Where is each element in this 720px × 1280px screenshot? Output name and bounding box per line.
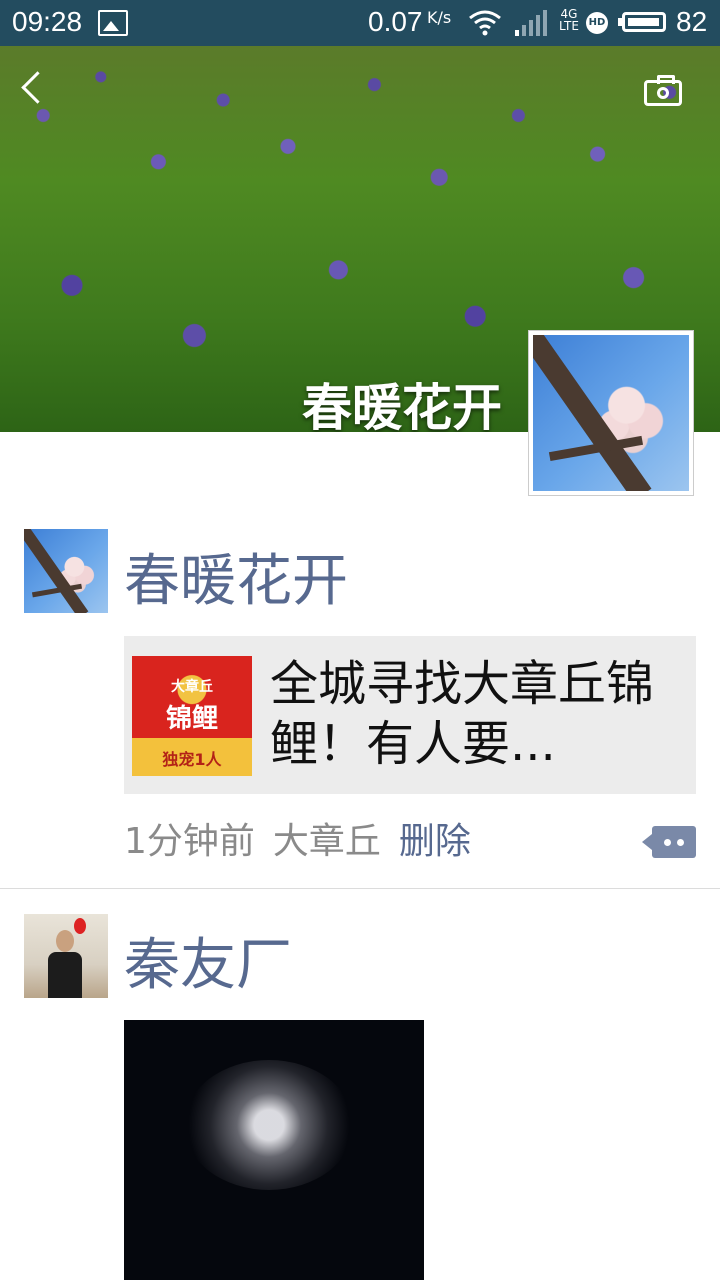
network-speed: 0.07 bbox=[368, 6, 423, 37]
battery-percent: 82 bbox=[676, 6, 708, 37]
camera-icon[interactable] bbox=[644, 75, 682, 106]
post-username[interactable]: 春暖花开 bbox=[124, 536, 348, 617]
signal-icon bbox=[515, 10, 547, 36]
comment-icon[interactable] bbox=[642, 826, 696, 858]
post-location[interactable]: 大章丘 bbox=[273, 821, 381, 862]
post-avatar[interactable] bbox=[24, 914, 108, 998]
post-meta: 1分钟前 大章丘 删除 bbox=[124, 812, 471, 864]
shared-link-title: 全城寻找大章丘锦鲤！有人要... bbox=[270, 656, 655, 772]
blossom-photo bbox=[533, 335, 689, 491]
blossom-photo bbox=[24, 529, 108, 613]
shared-link-thumbnail: 大章丘 锦鲤 独宠1人 bbox=[132, 656, 252, 776]
post-username[interactable]: 秦友厂 bbox=[124, 920, 292, 1001]
delete-link[interactable]: 删除 bbox=[399, 821, 471, 862]
cover-username: 春暖花开 bbox=[302, 379, 502, 432]
hd-voice-icon: HD bbox=[586, 12, 608, 34]
status-time: 09:28 bbox=[12, 6, 83, 37]
post-photo-moon[interactable] bbox=[124, 1020, 424, 1280]
network-speed-unit: K/s bbox=[427, 8, 452, 27]
wifi-icon bbox=[469, 10, 501, 36]
back-icon[interactable] bbox=[21, 71, 54, 104]
post-time: 1分钟前 bbox=[124, 821, 255, 862]
man-photo bbox=[24, 914, 108, 998]
image-notification-icon bbox=[98, 10, 128, 36]
profile-avatar[interactable] bbox=[528, 330, 694, 496]
shared-link-card[interactable]: 大章丘 锦鲤 独宠1人 全城寻找大章丘锦鲤！有人要... bbox=[124, 636, 696, 794]
network-type-icon: 4G LTE bbox=[559, 7, 579, 33]
status-bar: 09:28 0.07 K/s 4G LTE HD 82 bbox=[0, 0, 720, 46]
post-avatar[interactable] bbox=[24, 529, 108, 613]
post-divider bbox=[0, 888, 720, 889]
battery-icon bbox=[622, 12, 666, 32]
